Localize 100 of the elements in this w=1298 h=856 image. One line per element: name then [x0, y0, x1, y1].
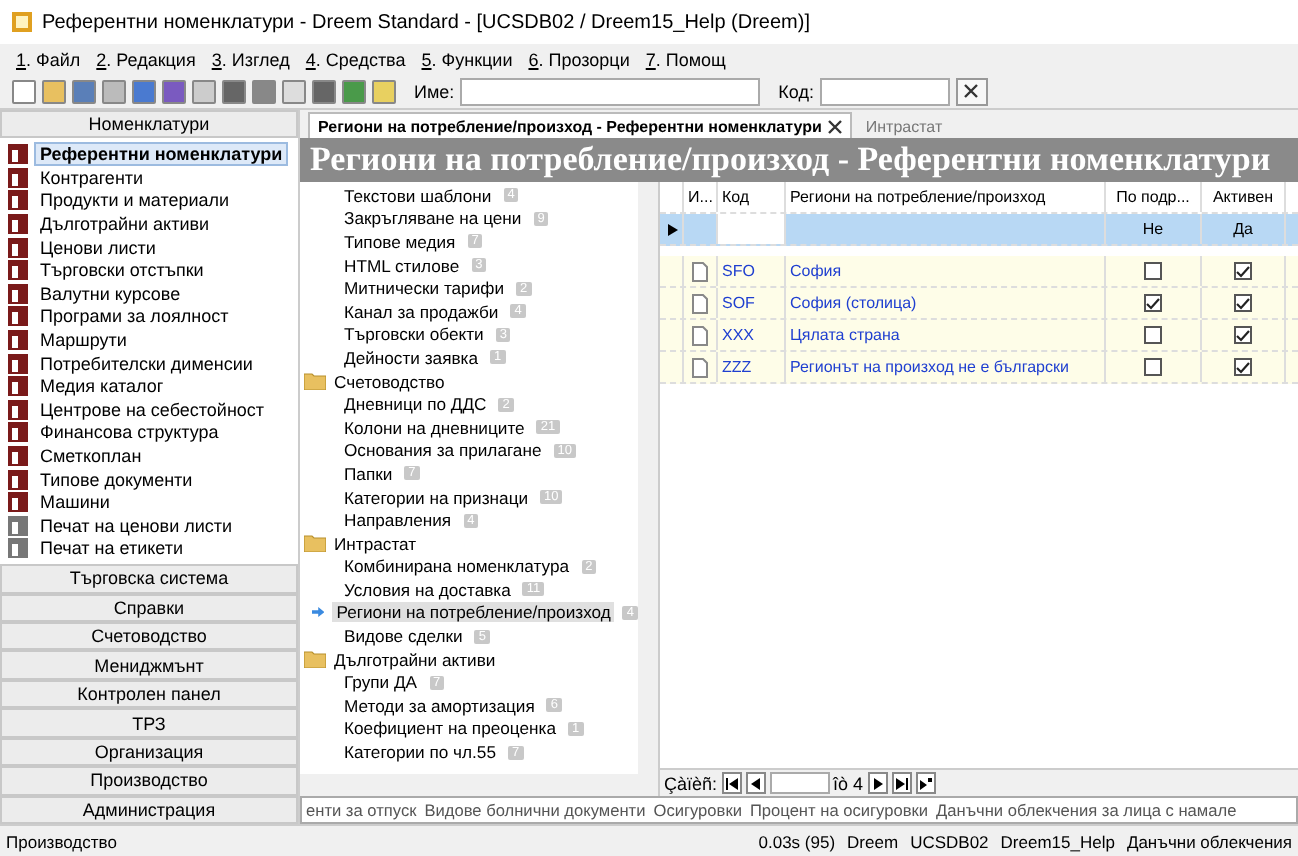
menu-item[interactable]: 1. Файл	[16, 49, 81, 69]
checkbox[interactable]	[1234, 358, 1252, 376]
group-button[interactable]: ТРЗ	[0, 708, 298, 738]
group-button[interactable]: Търговска система	[0, 564, 298, 594]
column-header[interactable]: Региони на потребление/произход	[786, 182, 1106, 212]
checkbox[interactable]	[1144, 326, 1162, 344]
toolbar-icon[interactable]	[342, 79, 366, 103]
filter-field[interactable]	[718, 214, 786, 244]
vertical-scrollbar[interactable]	[638, 182, 658, 774]
column-header[interactable]: И...	[684, 182, 718, 212]
tree-item[interactable]: Митнически тарифи	[340, 278, 509, 299]
tree-item[interactable]: Колони на дневниците	[340, 417, 529, 438]
toolbar-icon[interactable]	[102, 79, 126, 103]
filter-cell[interactable]: Да	[1202, 214, 1286, 244]
checkbox[interactable]	[1144, 358, 1162, 376]
next-button[interactable]	[867, 772, 888, 794]
nav-item[interactable]: Сметкоплан	[8, 444, 290, 468]
tree-item[interactable]: Коефициент на преоценка	[340, 718, 560, 739]
tree-item[interactable]: Типове медия	[340, 231, 460, 252]
group-button[interactable]: Контролен панел	[0, 679, 298, 709]
nav-item[interactable]: Валутни курсове	[8, 282, 290, 306]
tree-item[interactable]: Видове сделки	[340, 626, 467, 647]
checkbox[interactable]	[1234, 262, 1252, 280]
tree-item[interactable]: Методи за амортизация	[340, 695, 539, 716]
toolbar-icon[interactable]	[252, 79, 276, 103]
tree-item[interactable]: Условия на доставка	[340, 579, 515, 600]
nav-item[interactable]: Програми за лоялност	[8, 305, 290, 329]
group-button[interactable]: Производство	[0, 766, 298, 796]
menu-item[interactable]: 5. Функции	[421, 49, 513, 69]
nav-item[interactable]: Машини	[8, 490, 290, 514]
nav-item[interactable]: Типове документи	[8, 467, 290, 491]
tree-item[interactable]: Дневници по ДДС	[340, 394, 491, 415]
bottom-tab[interactable]: Видове болнични документи	[424, 800, 646, 820]
checkbox[interactable]	[1144, 262, 1162, 280]
last-button[interactable]	[891, 772, 912, 794]
record-field[interactable]	[769, 772, 830, 794]
tree-item[interactable]: Региони на потребление/произход	[332, 602, 615, 623]
toolbar-icon[interactable]	[372, 79, 396, 103]
nav-item[interactable]: Дълготрайни активи	[8, 212, 290, 236]
toolbar-icon[interactable]	[312, 79, 336, 103]
tree-item[interactable]: Категории по чл.55	[340, 742, 500, 763]
new-record-button[interactable]	[915, 772, 936, 794]
tab[interactable]: Региони на потребление/произход - Референтни номенклатури	[308, 112, 852, 138]
tree-item[interactable]: Направления	[340, 510, 456, 531]
menu-item[interactable]: 3. Изглед	[211, 49, 290, 69]
tab[interactable]: Интрастат	[855, 112, 953, 138]
group-header-button[interactable]: Номенклатури	[0, 110, 298, 139]
toolbar-icon[interactable]	[72, 79, 96, 103]
checkbox[interactable]	[1234, 326, 1252, 344]
previous-button[interactable]	[745, 772, 766, 794]
nav-item[interactable]: Печат на етикети	[8, 537, 290, 561]
group-button[interactable]: Справки	[0, 593, 298, 622]
toolbar-icon[interactable]	[282, 79, 306, 103]
checkbox[interactable]	[1234, 294, 1252, 312]
group-button[interactable]: Счетоводство	[0, 622, 298, 651]
first-button[interactable]	[721, 772, 742, 794]
toolbar-icon[interactable]	[162, 79, 186, 103]
tree-item[interactable]: Групи ДА	[340, 672, 422, 693]
bottom-tab[interactable]: Процент на осигуровки	[749, 800, 929, 820]
tree-item[interactable]: Дейности заявка	[340, 347, 483, 368]
tree-item[interactable]: Папки	[340, 463, 397, 484]
bottom-tab[interactable]: Данъчни облекчения за лица с намале	[936, 800, 1237, 820]
bottom-tab[interactable]: Осигуровки	[653, 800, 742, 820]
filter-cell[interactable]: Не	[1106, 214, 1202, 244]
nav-item[interactable]: Контрагенти	[8, 166, 290, 190]
tree-item[interactable]: Търговски обекти	[340, 324, 488, 345]
code-field[interactable]	[819, 77, 950, 105]
nav-item[interactable]: Потребителски дименсии	[8, 351, 290, 375]
menu-item[interactable]: 4. Средства	[305, 49, 406, 69]
toolbar-icon[interactable]	[222, 79, 246, 103]
nav-item[interactable]: Маршрути	[8, 328, 290, 352]
nav-item[interactable]: Финансова структура	[8, 421, 290, 445]
nav-item[interactable]: Продукти и материали	[8, 189, 290, 213]
tree-item[interactable]: Комбинирана номенклатура	[340, 556, 574, 577]
tree-folder[interactable]: Интрастат	[300, 531, 638, 555]
column-header[interactable]: Код	[718, 182, 786, 212]
menu-item[interactable]: 2. Редакция	[96, 49, 196, 69]
group-button[interactable]: Организация	[0, 737, 298, 767]
group-button[interactable]: Мениджмънт	[0, 650, 298, 680]
bottom-tab[interactable]: енти за отпуск	[306, 800, 417, 820]
tree-item[interactable]: Основания за прилагане	[340, 440, 546, 461]
nav-item[interactable]: Ценови листи	[8, 235, 290, 259]
group-button[interactable]: Администрация	[0, 795, 298, 825]
clear-button[interactable]	[955, 77, 988, 105]
nav-item[interactable]: Медия каталог	[8, 374, 290, 398]
toolbar-icon[interactable]	[12, 79, 36, 103]
tree-item[interactable]: Канал за продажби	[340, 301, 503, 322]
tree-item[interactable]: Закръгляване на цени	[340, 208, 526, 229]
tree-item[interactable]: HTML стилове	[340, 255, 464, 276]
toolbar-icon[interactable]	[192, 79, 216, 103]
menu-item[interactable]: 7. Помощ	[645, 49, 726, 69]
tree-folder[interactable]: Счетоводство	[300, 369, 638, 393]
nav-item[interactable]: Търговски отстъпки	[8, 258, 290, 282]
checkbox[interactable]	[1144, 294, 1162, 312]
tree-folder[interactable]: Дълготрайни активи	[300, 647, 638, 671]
horizontal-scrollbar[interactable]	[300, 774, 658, 796]
toolbar-icon[interactable]	[42, 79, 66, 103]
nav-item[interactable]: Центрове на себестойност	[8, 397, 290, 422]
nav-item[interactable]: Печат на ценови листи	[8, 513, 290, 538]
menu-item[interactable]: 6. Прозорци	[528, 49, 630, 69]
